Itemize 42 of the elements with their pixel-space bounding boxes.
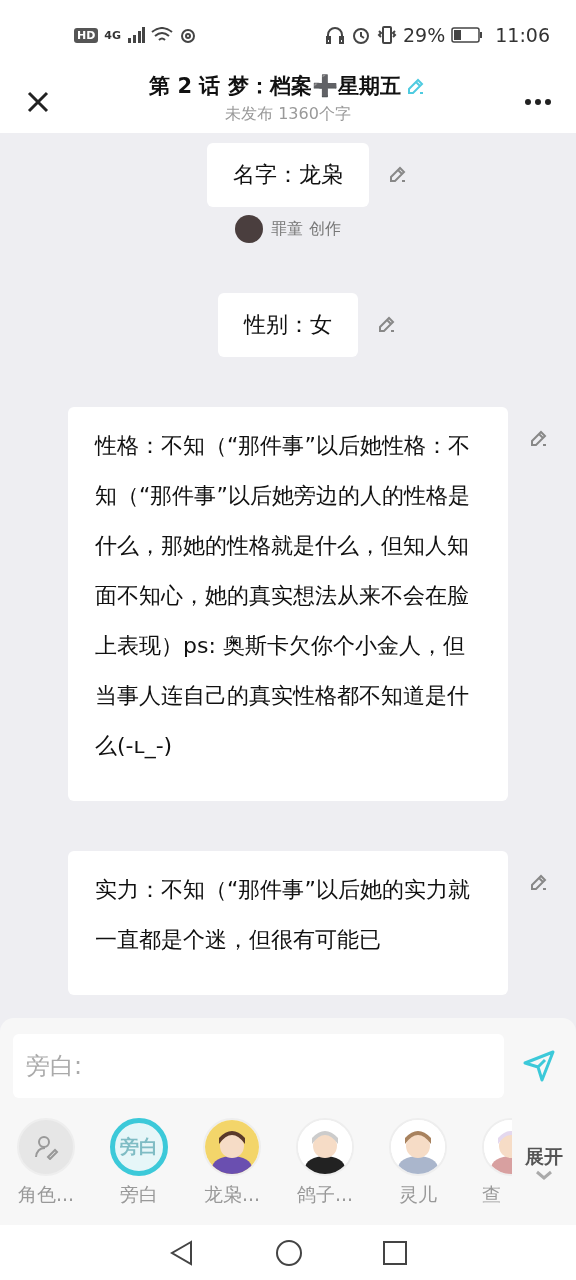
character-option[interactable]: 灵儿 (389, 1118, 482, 1208)
word-count: 未发布 1360个字 (225, 104, 351, 125)
close-icon (27, 90, 49, 113)
headphones-icon (325, 25, 345, 45)
send-icon (522, 1049, 556, 1083)
character-name: 角色... (17, 1182, 75, 1207)
more-button[interactable] (525, 98, 551, 105)
recents-icon[interactable] (383, 1240, 407, 1265)
message-bubble: 实力：不知（“那件事”以后她的实力就一直都是个迷，但很有可能已 (68, 851, 508, 995)
character-name: 查 (482, 1182, 501, 1207)
add-character-icon (33, 1134, 59, 1160)
character-option[interactable]: 鸽子... (296, 1118, 389, 1208)
message-bubble: 性格：不知（“那件事”以后她性格：不知（“那件事”以后她旁边的人的性格是什么，那她的性格就是什么，但知人知面不知心，她的真实想法从来不会在脸上表现）ps: 奥斯卡欠你个小金人，但当事人连自己的真实性格都不知道是什么(-ʟ_-) (68, 407, 508, 801)
sync-icon (179, 26, 198, 44)
message-input[interactable]: 旁白: (13, 1034, 504, 1098)
message-bubble: 性别：女 (218, 293, 358, 357)
wifi-icon (151, 27, 174, 43)
vibrate-icon (377, 25, 397, 45)
hd-indicator: HD (74, 27, 99, 43)
chevron-icon (535, 1170, 553, 1180)
home-icon[interactable] (275, 1238, 303, 1267)
battery-percent: 29% (403, 24, 446, 46)
clock-time: 11:06 (495, 24, 550, 46)
author-label: 罪童 创作 (271, 218, 341, 240)
alarm-icon (351, 25, 371, 45)
close-button[interactable] (27, 90, 49, 113)
character-option[interactable]: 角色... (17, 1118, 110, 1208)
message-bubble: 名字：龙枭 (207, 143, 369, 207)
character-name: 龙枭... (203, 1182, 261, 1207)
character-option[interactable]: 龙枭... (203, 1118, 296, 1208)
more-icon (525, 98, 551, 105)
chapter-title: 第 2 话 梦：档案➕星期五 (149, 73, 401, 100)
battery-icon (451, 27, 484, 43)
signal-icon (127, 27, 146, 43)
author-avatar (235, 215, 264, 243)
network-type: 4G (104, 28, 122, 42)
narrator-label: 旁白 (120, 1134, 158, 1159)
character-name: 鸽子... (296, 1182, 354, 1207)
character-name: 灵儿 (398, 1182, 438, 1207)
character-name: 旁白 (119, 1182, 159, 1207)
character-option[interactable]: 旁白 旁白 (110, 1118, 203, 1208)
back-icon[interactable] (169, 1239, 195, 1266)
